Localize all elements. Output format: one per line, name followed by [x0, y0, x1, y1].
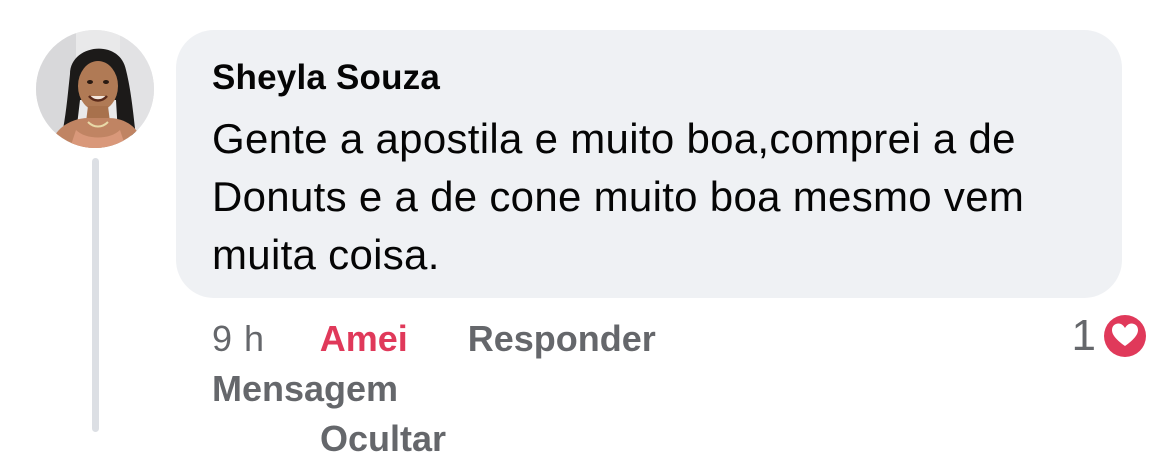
avatar[interactable] [36, 30, 154, 148]
comment-text-line: Gente a apostila e muito boa,comprei a d… [212, 115, 1016, 162]
comment-author[interactable]: Sheyla Souza [212, 58, 1088, 98]
reply-thread-line [92, 158, 99, 432]
love-reaction-button[interactable]: Amei [320, 318, 408, 359]
comment-timestamp[interactable]: 9 h [212, 318, 265, 359]
avatar-photo [36, 30, 154, 148]
comment-text-line: Donuts e a de cone muito boa mesmo vem [212, 173, 1025, 220]
comment-text-line: muita coisa. [212, 231, 440, 278]
message-button[interactable]: Mensagem [212, 368, 398, 409]
reply-button[interactable]: Responder [468, 318, 656, 359]
comment-text: Gente a apostila e muito boa,comprei a d… [212, 110, 1088, 284]
reaction-count: 1 [1071, 311, 1096, 360]
heart-icon [1101, 312, 1149, 360]
hide-button[interactable]: Ocultar [320, 414, 932, 464]
reaction-summary[interactable]: 1 [1072, 308, 1150, 364]
comment-bubble[interactable]: Sheyla Souza Gente a apostila e muito bo… [176, 30, 1122, 298]
comment-actions: 9 h Amei Responder Mensagem Ocultar [212, 314, 932, 464]
